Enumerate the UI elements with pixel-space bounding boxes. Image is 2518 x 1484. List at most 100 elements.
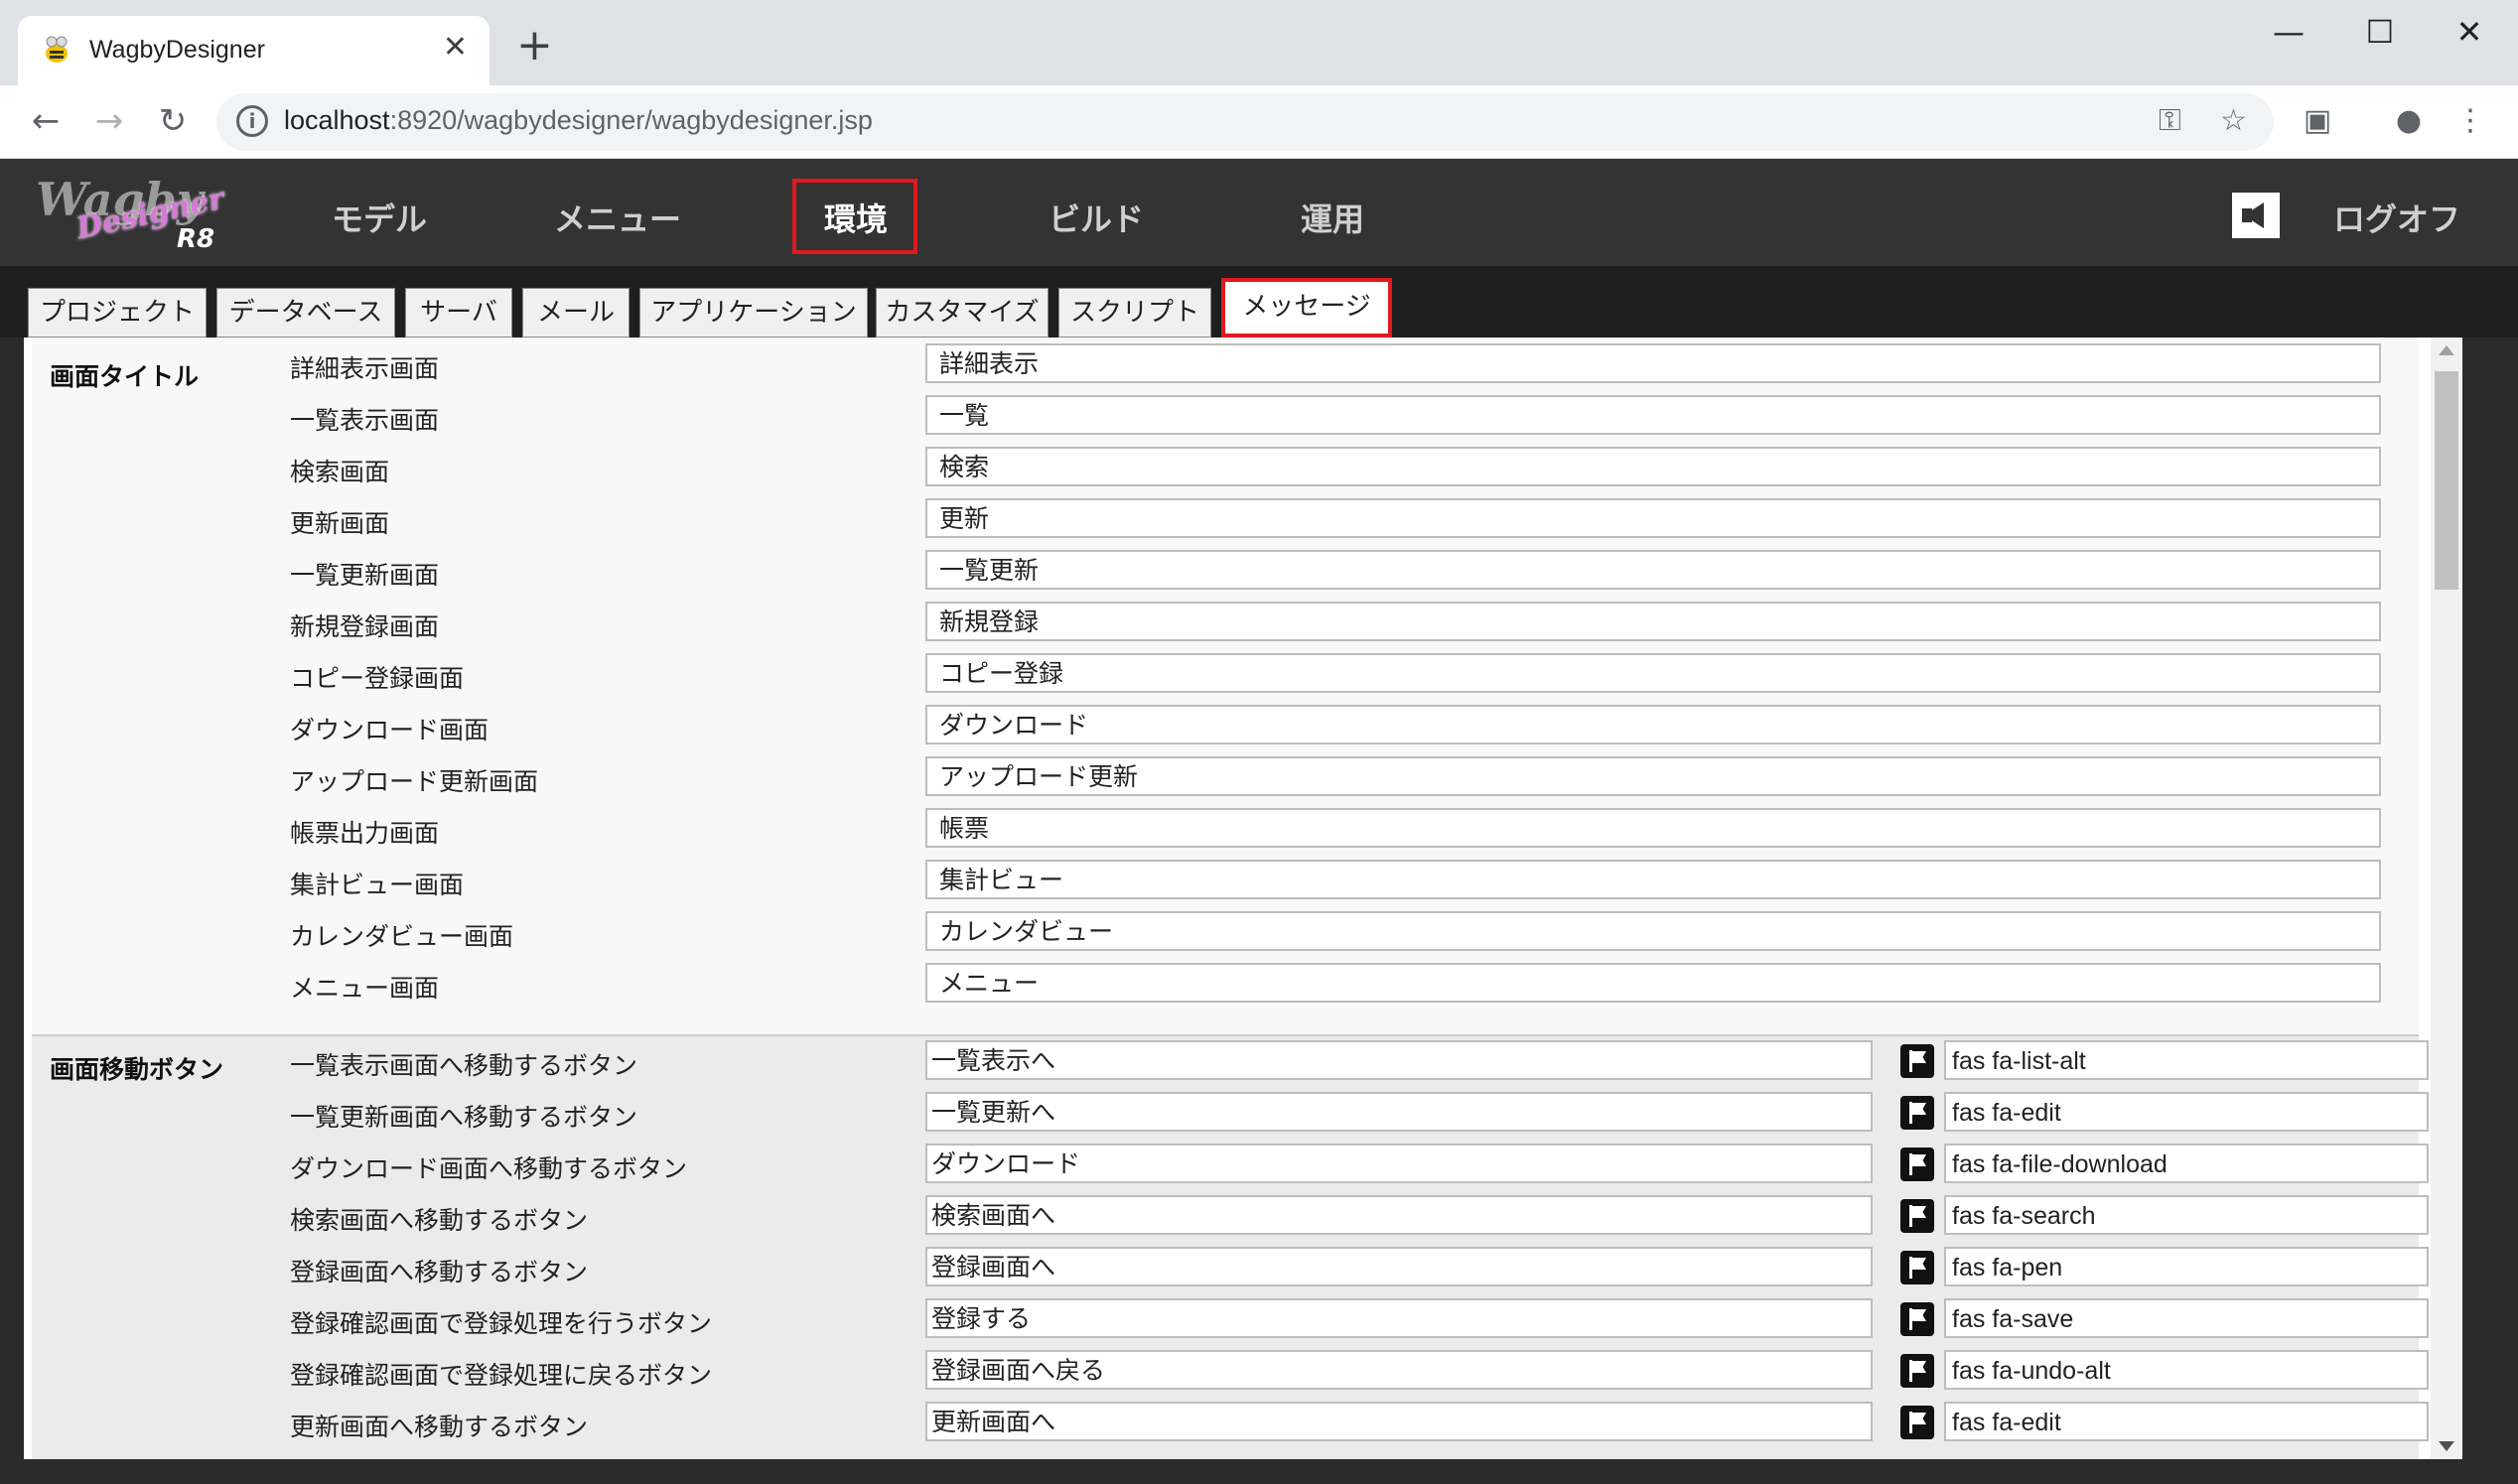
flag-icon[interactable] bbox=[1900, 1354, 1934, 1388]
list-item: 集計ビュー画面 集計ビュー bbox=[32, 856, 2419, 907]
list-item: 登録確認画面で登録処理を行うボタン 登録する fas fa-save bbox=[32, 1294, 2429, 1346]
nav-build[interactable]: ビルド bbox=[1049, 195, 1144, 240]
flag-icon[interactable] bbox=[1900, 1302, 1934, 1336]
vertical-scrollbar[interactable] bbox=[2431, 337, 2462, 1459]
text-field[interactable]: 新規登録 bbox=[925, 602, 2381, 641]
text-field[interactable]: アップロード更新 bbox=[925, 756, 2381, 796]
tab-mail[interactable]: メール bbox=[522, 288, 630, 337]
pdf-extension-icon[interactable]: ▣ bbox=[2296, 99, 2339, 143]
list-item: アップロード更新画面 アップロード更新 bbox=[32, 752, 2419, 804]
text-field[interactable]: 検索 bbox=[925, 447, 2381, 486]
tab-message[interactable]: メッセージ bbox=[1221, 278, 1392, 337]
back-icon[interactable]: ← bbox=[24, 99, 68, 143]
list-item: ダウンロード画面 ダウンロード bbox=[32, 701, 2419, 752]
wagby-designer-logo: Wagby Designer R8 bbox=[36, 173, 228, 254]
browser-toolbar: ← → ↻ i localhost:8920/wagbydesigner/wag… bbox=[0, 85, 2518, 159]
text-field[interactable]: 一覧表示へ bbox=[925, 1040, 1873, 1080]
text-field[interactable]: 登録画面へ戻る bbox=[925, 1350, 1873, 1390]
app-header: Wagby Designer R8 モデル メニュー 環境 ビルド 運用 ログオ… bbox=[0, 159, 2518, 266]
list-item: 検索画面 検索 bbox=[32, 443, 2419, 494]
flag-icon[interactable] bbox=[1900, 1251, 1934, 1284]
text-field[interactable]: 更新画面へ bbox=[925, 1402, 1873, 1441]
tab-close-icon[interactable]: ✕ bbox=[443, 30, 468, 65]
icon-class-field[interactable]: fas fa-edit bbox=[1944, 1402, 2429, 1441]
minimize-icon[interactable]: — bbox=[2264, 12, 2313, 52]
nav-environment[interactable]: 環境 bbox=[824, 195, 888, 240]
flag-icon[interactable] bbox=[1900, 1044, 1934, 1078]
list-item: 一覧表示画面 一覧 bbox=[32, 391, 2419, 443]
list-item: 更新画面へ移動するボタン 更新画面へ fas fa-edit bbox=[32, 1398, 2429, 1449]
bookmark-star-icon[interactable]: ☆ bbox=[2220, 103, 2247, 138]
icon-class-field[interactable]: fas fa-list-alt bbox=[1944, 1040, 2429, 1080]
nav-menu[interactable]: メニュー bbox=[554, 195, 681, 240]
maximize-icon[interactable]: ☐ bbox=[2355, 12, 2405, 52]
icon-class-field[interactable]: fas fa-search bbox=[1944, 1195, 2429, 1235]
site-info-icon[interactable]: i bbox=[236, 105, 268, 137]
tab-database[interactable]: データベース bbox=[216, 288, 395, 337]
icon-class-field[interactable]: fas fa-edit bbox=[1944, 1092, 2429, 1132]
address-url: localhost:8920/wagbydesigner/wagbydesign… bbox=[284, 105, 873, 135]
list-item: 一覧更新画面へ移動するボタン 一覧更新へ fas fa-edit bbox=[32, 1088, 2429, 1140]
sub-tab-bar: プロジェクト データベース サーバ メール アプリケーション カスタマイズ スク… bbox=[0, 266, 2518, 337]
text-field[interactable]: 一覧 bbox=[925, 395, 2381, 435]
text-field[interactable]: 集計ビュー bbox=[925, 860, 2381, 899]
icon-class-field[interactable]: fas fa-save bbox=[1944, 1298, 2429, 1338]
message-settings-panel: 画面タイトル 詳細表示画面 詳細表示 一覧表示画面 一覧 検索画面 検索 更新画面 更新… bbox=[24, 337, 2462, 1459]
text-field[interactable]: コピー登録 bbox=[925, 653, 2381, 693]
nav-model[interactable]: モデル bbox=[332, 195, 427, 240]
icon-class-field[interactable]: fas fa-file-download bbox=[1944, 1144, 2429, 1183]
address-bar[interactable]: i localhost:8920/wagbydesigner/wagbydesi… bbox=[216, 93, 2274, 151]
text-field[interactable]: ダウンロード bbox=[925, 1144, 1873, 1183]
text-field[interactable]: 登録する bbox=[925, 1298, 1873, 1338]
bee-favicon-icon bbox=[46, 36, 68, 63]
nav-button-section: 画面移動ボタン 一覧表示画面へ移動するボタン 一覧表示へ fas fa-list-a… bbox=[32, 1036, 2429, 1459]
flag-icon[interactable] bbox=[1900, 1406, 1934, 1439]
text-field[interactable]: 更新 bbox=[925, 498, 2381, 538]
account-icon[interactable]: ● bbox=[2387, 99, 2431, 143]
text-field[interactable]: 帳票 bbox=[925, 808, 2381, 848]
scroll-thumb[interactable] bbox=[2435, 371, 2458, 590]
list-item: 帳票出力画面 帳票 bbox=[32, 804, 2419, 856]
list-item: 登録画面へ移動するボタン 登録画面へ fas fa-pen bbox=[32, 1243, 2429, 1294]
list-item: 一覧更新画面 一覧更新 bbox=[32, 546, 2419, 598]
tab-customize[interactable]: カスタマイズ bbox=[876, 288, 1049, 337]
list-item: ダウンロード画面へ移動するボタン ダウンロード fas fa-file-downlo… bbox=[32, 1140, 2429, 1191]
tab-application[interactable]: アプリケーション bbox=[639, 288, 868, 337]
forward-icon[interactable]: → bbox=[87, 99, 131, 143]
browser-tab[interactable]: WagbyDesigner ✕ bbox=[18, 16, 490, 85]
text-field[interactable]: 登録画面へ bbox=[925, 1247, 1873, 1286]
text-field[interactable]: 詳細表示 bbox=[925, 343, 2381, 383]
close-window-icon[interactable]: ✕ bbox=[2445, 12, 2494, 52]
flag-icon[interactable] bbox=[1900, 1199, 1934, 1233]
key-icon[interactable]: ⚿ bbox=[2159, 103, 2181, 138]
nav-operation[interactable]: 運用 bbox=[1301, 195, 1364, 240]
text-field[interactable]: ダウンロード bbox=[925, 705, 2381, 744]
reload-icon[interactable]: ↻ bbox=[151, 99, 195, 143]
speaker-icon[interactable] bbox=[2232, 193, 2280, 238]
icon-class-field[interactable]: fas fa-undo-alt bbox=[1944, 1350, 2429, 1390]
list-item: 一覧表示画面へ移動するボタン 一覧表示へ fas fa-list-alt bbox=[32, 1036, 2429, 1088]
new-tab-icon[interactable]: + bbox=[516, 24, 553, 67]
browser-titlebar: WagbyDesigner ✕ + — ☐ ✕ bbox=[0, 0, 2518, 85]
list-item: 更新画面 更新 bbox=[32, 494, 2419, 546]
text-field[interactable]: 一覧更新へ bbox=[925, 1092, 1873, 1132]
text-field[interactable]: 一覧更新 bbox=[925, 550, 2381, 590]
screen-title-section: 画面タイトル 詳細表示画面 詳細表示 一覧表示画面 一覧 検索画面 検索 更新画面 更新… bbox=[32, 337, 2419, 1036]
flag-icon[interactable] bbox=[1900, 1096, 1934, 1130]
menu-kebab-icon[interactable]: ⋮ bbox=[2448, 99, 2492, 143]
tab-message-label: メッセージ bbox=[1242, 292, 1371, 322]
text-field[interactable]: カレンダビュー bbox=[925, 911, 2381, 951]
tab-server[interactable]: サーバ bbox=[405, 288, 512, 337]
icon-class-field[interactable]: fas fa-pen bbox=[1944, 1247, 2429, 1286]
tab-project[interactable]: プロジェクト bbox=[28, 288, 207, 337]
list-item: コピー登録画面 コピー登録 bbox=[32, 649, 2419, 701]
text-field[interactable]: 検索画面へ bbox=[925, 1195, 1873, 1235]
list-item: カレンダビュー画面 カレンダビュー bbox=[32, 907, 2419, 959]
flag-icon[interactable] bbox=[1900, 1147, 1934, 1181]
scroll-down-icon[interactable] bbox=[2439, 1441, 2454, 1451]
text-field[interactable]: メニュー bbox=[925, 963, 2381, 1003]
tab-script[interactable]: スクリプト bbox=[1058, 288, 1211, 337]
scroll-up-icon[interactable] bbox=[2439, 345, 2454, 355]
logoff-button[interactable]: ログオフ bbox=[2333, 195, 2460, 240]
list-item: 検索画面へ移動するボタン 検索画面へ fas fa-search bbox=[32, 1191, 2429, 1243]
